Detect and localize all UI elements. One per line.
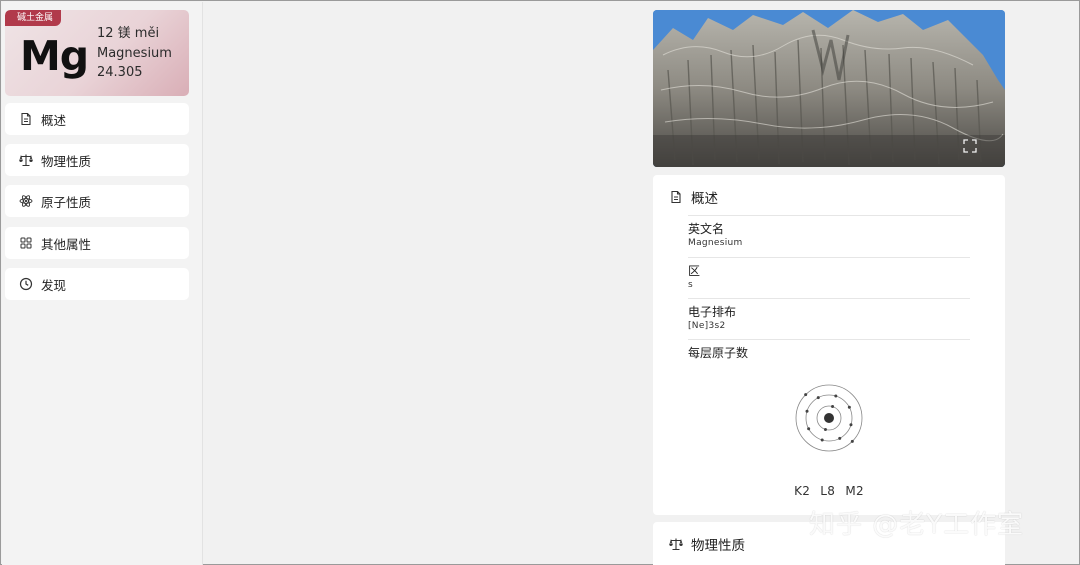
element-symbol: Mg (20, 32, 89, 80)
field-value: Magnesium (688, 238, 743, 248)
grid-icon (19, 236, 33, 250)
atom-icon (19, 194, 33, 208)
electron (847, 405, 851, 409)
sidebar-item-label: 发现 (41, 277, 67, 293)
electron (807, 427, 811, 431)
electron (838, 436, 842, 440)
element-number-name: 12 镁 měi (97, 26, 160, 41)
sidebar-item-label: 物理性质 (41, 153, 92, 169)
field-electrons-per-shell: 每层原子数 (688, 339, 970, 361)
electron (804, 393, 808, 397)
sidebar: 碱土金属 Mg 12 镁 měi Magnesium 24.305 概述 物理性… (2, 2, 203, 565)
element-info: 12 镁 měi Magnesium 24.305 (97, 24, 172, 83)
sidebar-item-discovery[interactable]: 发现 (5, 268, 189, 300)
sidebar-item-overview[interactable]: 概述 (5, 103, 189, 135)
document-icon (669, 190, 683, 204)
physical-properties-header: 物理性质 (669, 534, 745, 554)
balance-scale-icon (19, 153, 33, 167)
electron (823, 427, 827, 431)
fullscreen-icon[interactable] (963, 139, 977, 153)
sidebar-item-physical-properties[interactable]: 物理性质 (5, 144, 189, 176)
field-english-name: 英文名 Magnesium (688, 215, 970, 249)
magnesium-crystal-image (653, 10, 1005, 167)
field-label: 区 (688, 264, 701, 278)
electron (831, 405, 835, 409)
element-photo (653, 10, 1005, 167)
electron (816, 396, 820, 400)
document-icon (19, 112, 33, 126)
sidebar-item-other-properties[interactable]: 其他属性 (5, 227, 189, 259)
field-value: [Ne]3s2 (688, 321, 726, 331)
nucleus (824, 413, 834, 423)
electron (850, 439, 854, 443)
balance-scale-icon (669, 537, 683, 551)
sidebar-item-label: 概述 (41, 112, 67, 128)
app-window: 碱土金属 Mg 12 镁 měi Magnesium 24.305 概述 物理性… (0, 0, 1080, 565)
clock-icon (19, 277, 33, 291)
category-badge: 碱土金属 (5, 10, 62, 26)
shell-count-k: K2 (794, 484, 811, 498)
field-label: 电子排布 (688, 305, 737, 319)
electron (820, 438, 824, 442)
bohr-model-diagram (795, 384, 863, 452)
overview-panel: 概述 英文名 Magnesium 区 s 电子排布 [Ne]3s2 每层原子数 … (653, 175, 1005, 515)
element-card: 碱土金属 Mg 12 镁 měi Magnesium 24.305 (5, 10, 189, 96)
field-block: 区 s (688, 257, 970, 291)
element-english-name: Magnesium (97, 45, 172, 61)
shell-counts: K2 L8 M2 (653, 484, 1005, 498)
shell-count-m: M2 (845, 484, 864, 498)
sidebar-item-label: 其他属性 (41, 236, 92, 252)
shell-count-l: L8 (820, 484, 836, 498)
sidebar-item-atomic-properties[interactable]: 原子性质 (5, 185, 189, 217)
field-value: s (688, 280, 693, 290)
field-electron-configuration: 电子排布 [Ne]3s2 (688, 298, 970, 332)
sidebar-item-label: 原子性质 (41, 194, 92, 210)
electron (834, 394, 838, 398)
physical-properties-title: 物理性质 (691, 538, 745, 554)
field-label: 每层原子数 (688, 346, 749, 360)
electron (849, 423, 853, 427)
watermark: 知乎 @老Y工作室 (809, 510, 1025, 540)
element-atomic-mass: 24.305 (97, 65, 143, 80)
overview-header: 概述 (669, 187, 718, 207)
field-label: 英文名 (688, 222, 725, 236)
electron (805, 409, 809, 413)
overview-title: 概述 (691, 191, 718, 207)
